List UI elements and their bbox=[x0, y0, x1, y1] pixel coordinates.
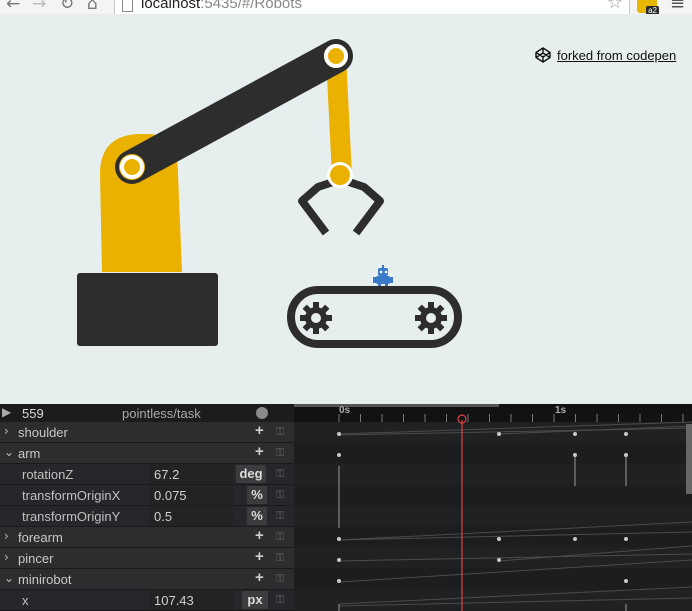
key-icon[interactable]: ⚿ bbox=[276, 551, 284, 565]
track-prop-x[interactable]: x 107.43 px ⚿ bbox=[0, 590, 294, 611]
property-list: ▶ 559 pointless/task › shoulder + ⚿ ⌄ arm + ⚿ ro… bbox=[0, 404, 294, 611]
key-icon[interactable]: ⚿ bbox=[276, 467, 284, 481]
track-group-shoulder[interactable]: › shoulder + ⚿ bbox=[0, 422, 294, 443]
task-name[interactable]: pointless/task bbox=[122, 406, 201, 421]
group-label: shoulder bbox=[18, 425, 68, 440]
robot-arm bbox=[115, 39, 353, 184]
conveyor-gear-left bbox=[300, 302, 332, 334]
keyframe-dot bbox=[497, 537, 501, 541]
group-label: minirobot bbox=[18, 572, 72, 587]
prop-value-input[interactable]: 67.2 bbox=[149, 464, 233, 484]
keyframe-dot bbox=[337, 432, 341, 436]
menu-icon[interactable]: ≡ bbox=[670, 0, 685, 14]
back-arrow-icon[interactable]: ← bbox=[6, 0, 20, 14]
timeline-vscroll[interactable] bbox=[686, 424, 692, 494]
track-group-pincer[interactable]: › pincer + ⚿ bbox=[0, 548, 294, 569]
keyframe-dot bbox=[497, 558, 501, 562]
keyframe-dot bbox=[624, 579, 628, 583]
track-row-bg bbox=[294, 485, 692, 505]
key-icon[interactable]: ⚿ bbox=[276, 530, 284, 544]
timeline-header: ▶ 559 pointless/task bbox=[0, 404, 294, 422]
robot-scene bbox=[77, 39, 462, 348]
unit-select[interactable]: % bbox=[247, 507, 267, 525]
keyframe-dot bbox=[573, 537, 577, 541]
page-icon bbox=[122, 0, 133, 12]
add-keyframe-icon[interactable]: + bbox=[255, 422, 264, 439]
key-icon[interactable]: ⚿ bbox=[276, 446, 284, 460]
timeline-track[interactable]: 0s 1s bbox=[294, 404, 692, 611]
track-prop-rotationZ[interactable]: rotationZ 67.2 deg ⚿ bbox=[0, 464, 294, 485]
chevron-down-icon[interactable]: ⌄ bbox=[4, 445, 14, 459]
frame-counter[interactable]: 559 bbox=[22, 406, 44, 421]
robot-base bbox=[77, 273, 218, 346]
codepen-icon bbox=[535, 47, 551, 63]
prop-label: rotationZ bbox=[22, 467, 74, 482]
chevron-right-icon[interactable]: › bbox=[4, 529, 9, 543]
keyframe-dot bbox=[337, 453, 341, 457]
forward-arrow-icon[interactable]: → bbox=[32, 0, 46, 14]
add-keyframe-icon[interactable]: + bbox=[255, 527, 264, 544]
track-row-bg bbox=[294, 443, 692, 463]
keyframe-dot bbox=[624, 432, 628, 436]
track-prop-transformOriginY[interactable]: transformOriginY 0.5% ⚿ bbox=[0, 506, 294, 527]
play-icon[interactable]: ▶ bbox=[2, 405, 11, 419]
key-icon[interactable]: ⚿ bbox=[276, 488, 284, 502]
address-bar[interactable]: localhost:5435/#/Robots ☆ bbox=[114, 0, 630, 14]
track-group-minirobot[interactable]: ⌄ minirobot + ⚿ bbox=[0, 569, 294, 590]
track-row-bg bbox=[294, 464, 692, 484]
keyframe-dot bbox=[497, 432, 501, 436]
extension-icon[interactable]: a2 bbox=[637, 0, 659, 14]
track-row-bg bbox=[294, 506, 692, 526]
add-keyframe-icon[interactable]: + bbox=[255, 443, 264, 460]
keyframe-dot bbox=[624, 537, 628, 541]
chevron-right-icon[interactable]: › bbox=[4, 424, 9, 438]
unit-select[interactable]: % bbox=[247, 486, 267, 504]
timeline-panel: ▶ 559 pointless/task › shoulder + ⚿ ⌄ arm + ⚿ ro… bbox=[0, 404, 692, 611]
conveyor-gear-right bbox=[415, 302, 447, 334]
keyframe-dot bbox=[573, 432, 577, 436]
add-keyframe-icon[interactable]: + bbox=[255, 548, 264, 565]
prop-label: x bbox=[22, 593, 29, 608]
star-icon[interactable]: ☆ bbox=[607, 0, 623, 13]
robot-pincer bbox=[298, 177, 384, 236]
track-row-bg bbox=[294, 590, 692, 610]
keyframe-dot bbox=[337, 537, 341, 541]
key-icon[interactable]: ⚿ bbox=[276, 425, 284, 439]
extension-badge: a2 bbox=[646, 6, 659, 14]
add-keyframe-icon[interactable]: + bbox=[255, 569, 264, 586]
chevron-down-icon[interactable]: ⌄ bbox=[4, 571, 14, 585]
keyframe-track bbox=[294, 414, 692, 611]
prop-value-input[interactable]: 107.43 bbox=[149, 590, 233, 610]
url-text: localhost:5435/#/Robots bbox=[141, 0, 302, 12]
group-label: arm bbox=[18, 446, 41, 461]
chevron-right-icon[interactable]: › bbox=[4, 550, 9, 564]
keyframe-dot bbox=[573, 453, 577, 457]
keyframe-dot bbox=[624, 453, 628, 457]
minirobot bbox=[373, 265, 393, 287]
group-label: forearm bbox=[18, 530, 63, 545]
key-icon[interactable]: ⚿ bbox=[276, 593, 284, 607]
prop-label: transformOriginY bbox=[22, 509, 121, 524]
browser-toolbar: ← → ↻ ⌂ localhost:5435/#/Robots ☆ a2 ≡ bbox=[0, 0, 692, 14]
key-icon[interactable]: ⚿ bbox=[276, 509, 284, 523]
keyframe-dot bbox=[337, 558, 341, 562]
codepen-link[interactable]: forked from codepen bbox=[535, 47, 676, 63]
reload-icon[interactable]: ↻ bbox=[60, 0, 74, 14]
prop-value-input[interactable]: 0.075 bbox=[149, 485, 233, 505]
keyframe-dot bbox=[337, 579, 341, 583]
prop-label: transformOriginX bbox=[22, 488, 121, 503]
unit-select[interactable]: px bbox=[242, 591, 268, 609]
track-group-forearm[interactable]: › forearm + ⚿ bbox=[0, 527, 294, 548]
unit-select[interactable]: deg bbox=[236, 465, 266, 483]
home-icon[interactable]: ⌂ bbox=[87, 0, 98, 14]
record-toggle[interactable] bbox=[256, 407, 268, 419]
track-group-arm[interactable]: ⌄ arm + ⚿ bbox=[0, 443, 294, 464]
prop-value-input[interactable]: 0.5 bbox=[149, 506, 233, 526]
stage: forked from codepen bbox=[0, 14, 692, 404]
codepen-link-label: forked from codepen bbox=[557, 47, 677, 63]
track-prop-transformOriginX[interactable]: transformOriginX 0.075% ⚿ bbox=[0, 485, 294, 506]
group-label: pincer bbox=[18, 551, 54, 566]
key-icon[interactable]: ⚿ bbox=[276, 572, 284, 586]
